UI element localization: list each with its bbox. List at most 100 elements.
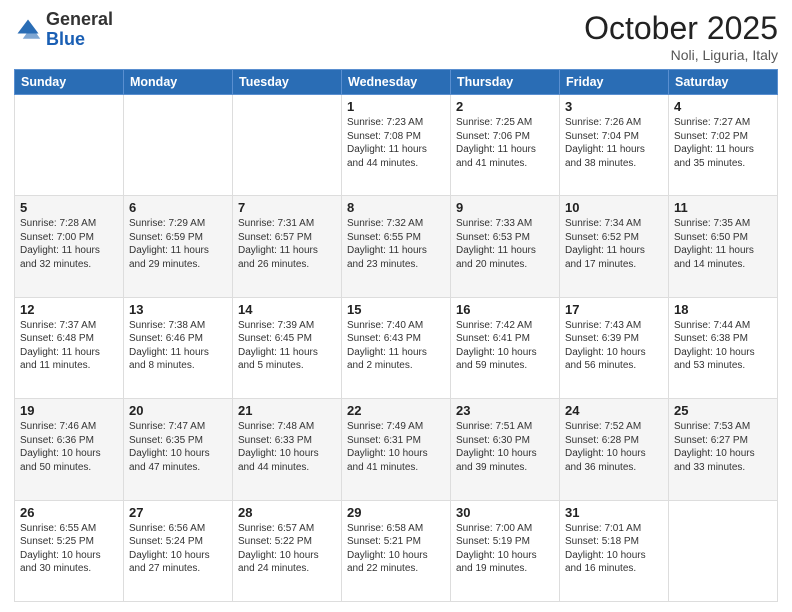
day-number: 6 xyxy=(129,200,227,215)
day-cell: 28Sunrise: 6:57 AMSunset: 5:22 PMDayligh… xyxy=(233,500,342,601)
logo-icon xyxy=(14,16,42,44)
calendar: SundayMondayTuesdayWednesdayThursdayFrid… xyxy=(14,69,778,602)
day-number: 19 xyxy=(20,403,118,418)
day-info: Sunrise: 7:28 AMSunset: 7:00 PMDaylight:… xyxy=(20,217,118,271)
day-number: 20 xyxy=(129,403,227,418)
day-number: 31 xyxy=(565,505,663,520)
day-cell: 14 Sunrise: 7:39 AMSunset: 6:45 PMDayligh… xyxy=(233,297,342,398)
week-row-3: 12Sunrise: 7:37 AMSunset: 6:48 PMDayligh… xyxy=(15,297,778,398)
day-info: Sunrise: 7:46 AMSunset: 6:36 PMDaylight:… xyxy=(20,420,118,474)
day-info: Sunrise: 7:35 AMSunset: 6:50 PMDaylight:… xyxy=(674,217,772,271)
day-cell: 25 Sunrise: 7:53 AMSunset: 6:27 PMDayligh… xyxy=(669,399,778,500)
day-cell: 7 Sunrise: 7:31 AMSunset: 6:57 PMDaylight… xyxy=(233,196,342,297)
day-info: Sunrise: 7:47 AMSunset: 6:35 PMDaylight:… xyxy=(129,420,227,474)
day-number: 28 xyxy=(238,505,336,520)
day-info: Sunrise: 7:34 AMSunset: 6:52 PMDaylight:… xyxy=(565,217,663,271)
day-info: Sunrise: 7:39 AMSunset: 6:45 PMDaylight:… xyxy=(238,319,336,373)
day-cell: 31 Sunrise: 7:01 AMSunset: 5:18 PMDayligh… xyxy=(560,500,669,601)
header: General Blue October 2025 Noli, Liguria,… xyxy=(14,10,778,63)
weekday-header-row: SundayMondayTuesdayWednesdayThursdayFrid… xyxy=(15,70,778,95)
day-cell: 13 Sunrise: 7:38 AMSunset: 6:46 PMDayligh… xyxy=(124,297,233,398)
day-number: 22 xyxy=(347,403,445,418)
day-info: Sunrise: 7:38 AMSunset: 6:46 PMDaylight:… xyxy=(129,319,227,373)
logo-blue-text: Blue xyxy=(46,29,85,49)
day-number: 25 xyxy=(674,403,772,418)
day-info: Sunrise: 7:42 AMSunset: 6:41 PMDaylight:… xyxy=(456,319,554,373)
day-cell xyxy=(233,95,342,196)
page: General Blue October 2025 Noli, Liguria,… xyxy=(0,0,792,612)
day-cell xyxy=(669,500,778,601)
day-number: 7 xyxy=(238,200,336,215)
week-row-1: 1Sunrise: 7:23 AMSunset: 7:08 PMDaylight… xyxy=(15,95,778,196)
day-number: 23 xyxy=(456,403,554,418)
day-cell: 21Sunrise: 7:48 AMSunset: 6:33 PMDayligh… xyxy=(233,399,342,500)
day-cell: 16 Sunrise: 7:42 AMSunset: 6:41 PMDayligh… xyxy=(451,297,560,398)
day-number: 26 xyxy=(20,505,118,520)
day-cell: 27 Sunrise: 6:56 AMSunset: 5:24 PMDayligh… xyxy=(124,500,233,601)
day-cell: 17Sunrise: 7:43 AMSunset: 6:39 PMDayligh… xyxy=(560,297,669,398)
day-info: Sunrise: 7:00 AMSunset: 5:19 PMDaylight:… xyxy=(456,522,554,576)
day-info: Sunrise: 7:32 AMSunset: 6:55 PMDaylight:… xyxy=(347,217,445,271)
day-number: 2 xyxy=(456,99,554,114)
day-number: 13 xyxy=(129,302,227,317)
day-cell: 20 Sunrise: 7:47 AMSunset: 6:35 PMDayligh… xyxy=(124,399,233,500)
day-number: 11 xyxy=(674,200,772,215)
day-info: Sunrise: 7:23 AMSunset: 7:08 PMDaylight:… xyxy=(347,116,445,170)
day-cell: 10 Sunrise: 7:34 AMSunset: 6:52 PMDayligh… xyxy=(560,196,669,297)
day-number: 9 xyxy=(456,200,554,215)
day-info: Sunrise: 7:29 AMSunset: 6:59 PMDaylight:… xyxy=(129,217,227,271)
day-cell: 8 Sunrise: 7:32 AMSunset: 6:55 PMDaylight… xyxy=(342,196,451,297)
day-cell: 6 Sunrise: 7:29 AMSunset: 6:59 PMDaylight… xyxy=(124,196,233,297)
day-info: Sunrise: 7:37 AMSunset: 6:48 PMDaylight:… xyxy=(20,319,118,373)
logo: General Blue xyxy=(14,10,113,50)
day-cell: 12Sunrise: 7:37 AMSunset: 6:48 PMDayligh… xyxy=(15,297,124,398)
week-row-2: 5Sunrise: 7:28 AMSunset: 7:00 PMDaylight… xyxy=(15,196,778,297)
location: Noli, Liguria, Italy xyxy=(584,47,778,63)
day-info: Sunrise: 7:49 AMSunset: 6:31 PMDaylight:… xyxy=(347,420,445,474)
day-cell: 18Sunrise: 7:44 AMSunset: 6:38 PMDayligh… xyxy=(669,297,778,398)
day-info: Sunrise: 7:53 AMSunset: 6:27 PMDaylight:… xyxy=(674,420,772,474)
day-number: 16 xyxy=(456,302,554,317)
day-number: 18 xyxy=(674,302,772,317)
weekday-header-thursday: Thursday xyxy=(451,70,560,95)
weekday-header-saturday: Saturday xyxy=(669,70,778,95)
week-row-4: 19 Sunrise: 7:46 AMSunset: 6:36 PMDayligh… xyxy=(15,399,778,500)
day-number: 24 xyxy=(565,403,663,418)
day-info: Sunrise: 7:31 AMSunset: 6:57 PMDaylight:… xyxy=(238,217,336,271)
day-info: Sunrise: 6:55 AMSunset: 5:25 PMDaylight:… xyxy=(20,522,118,576)
week-row-5: 26 Sunrise: 6:55 AMSunset: 5:25 PMDayligh… xyxy=(15,500,778,601)
day-number: 14 xyxy=(238,302,336,317)
day-cell: 9 Sunrise: 7:33 AMSunset: 6:53 PMDaylight… xyxy=(451,196,560,297)
day-cell: 5Sunrise: 7:28 AMSunset: 7:00 PMDaylight… xyxy=(15,196,124,297)
day-number: 10 xyxy=(565,200,663,215)
day-cell: 1Sunrise: 7:23 AMSunset: 7:08 PMDaylight… xyxy=(342,95,451,196)
day-cell: 22 Sunrise: 7:49 AMSunset: 6:31 PMDayligh… xyxy=(342,399,451,500)
day-number: 4 xyxy=(674,99,772,114)
day-cell: 15Sunrise: 7:40 AMSunset: 6:43 PMDayligh… xyxy=(342,297,451,398)
day-info: Sunrise: 7:01 AMSunset: 5:18 PMDaylight:… xyxy=(565,522,663,576)
day-info: Sunrise: 7:26 AMSunset: 7:04 PMDaylight:… xyxy=(565,116,663,170)
day-info: Sunrise: 6:58 AMSunset: 5:21 PMDaylight:… xyxy=(347,522,445,576)
day-cell: 19 Sunrise: 7:46 AMSunset: 6:36 PMDayligh… xyxy=(15,399,124,500)
day-number: 8 xyxy=(347,200,445,215)
weekday-header-tuesday: Tuesday xyxy=(233,70,342,95)
logo-general-text: General xyxy=(46,9,113,29)
day-info: Sunrise: 6:56 AMSunset: 5:24 PMDaylight:… xyxy=(129,522,227,576)
weekday-header-sunday: Sunday xyxy=(15,70,124,95)
month-title: October 2025 xyxy=(584,10,778,47)
day-number: 15 xyxy=(347,302,445,317)
weekday-header-friday: Friday xyxy=(560,70,669,95)
day-info: Sunrise: 7:51 AMSunset: 6:30 PMDaylight:… xyxy=(456,420,554,474)
day-cell: 30 Sunrise: 7:00 AMSunset: 5:19 PMDayligh… xyxy=(451,500,560,601)
day-number: 30 xyxy=(456,505,554,520)
day-cell: 29 Sunrise: 6:58 AMSunset: 5:21 PMDayligh… xyxy=(342,500,451,601)
day-cell: 4Sunrise: 7:27 AMSunset: 7:02 PMDaylight… xyxy=(669,95,778,196)
weekday-header-wednesday: Wednesday xyxy=(342,70,451,95)
day-number: 27 xyxy=(129,505,227,520)
day-cell: 11 Sunrise: 7:35 AMSunset: 6:50 PMDayligh… xyxy=(669,196,778,297)
day-info: Sunrise: 7:33 AMSunset: 6:53 PMDaylight:… xyxy=(456,217,554,271)
day-cell: 2Sunrise: 7:25 AMSunset: 7:06 PMDaylight… xyxy=(451,95,560,196)
day-number: 29 xyxy=(347,505,445,520)
day-number: 21 xyxy=(238,403,336,418)
day-info: Sunrise: 7:43 AMSunset: 6:39 PMDaylight:… xyxy=(565,319,663,373)
